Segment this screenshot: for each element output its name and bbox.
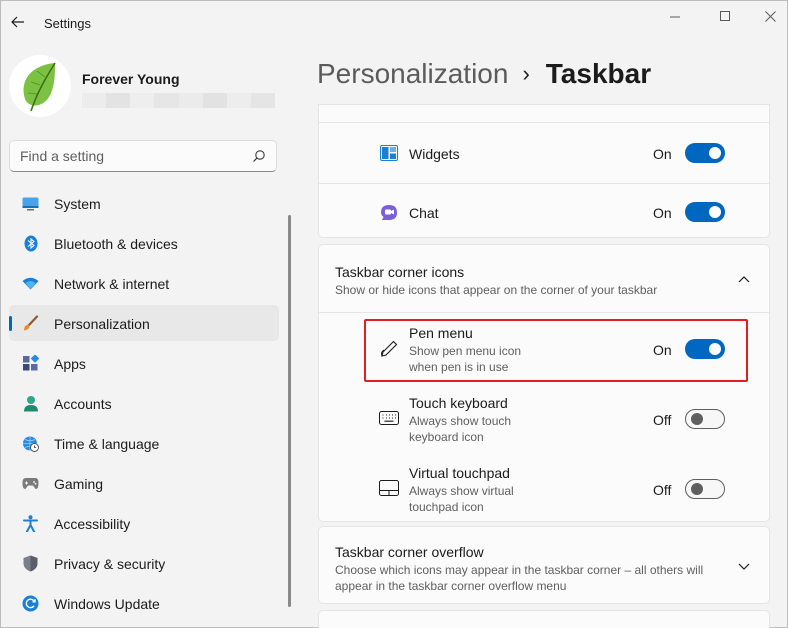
avatar[interactable] xyxy=(9,55,71,117)
pen-menu-highlight-box xyxy=(364,319,748,382)
sidebar-item-gaming[interactable]: Gaming xyxy=(9,465,279,501)
touch-keyboard-title: Touch keyboard xyxy=(409,395,508,411)
page-title: Taskbar xyxy=(545,58,652,89)
sidebar-item-personalization[interactable]: Personalization xyxy=(9,305,279,341)
sidebar-item-label: Accounts xyxy=(54,396,112,412)
search-input[interactable] xyxy=(20,147,240,165)
breadcrumb-separator: › xyxy=(522,61,530,86)
user-name: Forever Young xyxy=(82,71,180,87)
user-email-redacted xyxy=(82,93,275,108)
back-button[interactable] xyxy=(7,11,29,33)
virtual-touchpad-desc-line1: Always show virtual xyxy=(409,484,514,498)
chat-state-label: On xyxy=(653,205,672,221)
toggle-knob xyxy=(709,147,721,159)
monitor-icon xyxy=(22,195,39,212)
close-icon xyxy=(764,10,776,22)
globe-clock-icon xyxy=(22,435,39,452)
update-icon xyxy=(22,595,39,612)
sidebar-item-label: Bluetooth & devices xyxy=(54,236,178,252)
minimize-button[interactable] xyxy=(660,7,690,25)
minimize-icon xyxy=(669,16,680,17)
sidebar-item-accessibility[interactable]: Accessibility xyxy=(9,505,279,541)
gamepad-icon xyxy=(22,475,39,492)
sidebar-item-bluetooth[interactable]: Bluetooth & devices xyxy=(9,225,279,261)
virtual-touchpad-title: Virtual touchpad xyxy=(409,465,510,481)
sidebar-scrollbar[interactable] xyxy=(288,215,291,607)
corner-icons-header[interactable]: Taskbar corner icons Show or hide icons … xyxy=(319,245,769,312)
sidebar-item-label: Gaming xyxy=(54,476,104,492)
keyboard-icon xyxy=(379,408,399,428)
chevron-down-icon[interactable] xyxy=(737,560,751,574)
accessibility-icon xyxy=(22,515,39,532)
corner-overflow-title: Taskbar corner overflow xyxy=(335,544,484,560)
bluetooth-icon xyxy=(22,235,39,252)
sidebar-item-label: Time & language xyxy=(54,436,160,452)
maximize-icon xyxy=(719,10,730,21)
touch-keyboard-state-label: Off xyxy=(653,412,672,428)
corner-icons-subtitle: Show or hide icons that appear on the co… xyxy=(335,283,658,297)
shield-icon xyxy=(22,555,39,572)
virtual-touchpad-toggle[interactable] xyxy=(685,479,725,499)
corner-overflow-desc-line1: Choose which icons may appear in the tas… xyxy=(335,563,704,577)
selection-indicator xyxy=(9,316,12,331)
brush-icon xyxy=(22,315,39,332)
toggle-knob xyxy=(691,413,703,425)
sidebar-nav: System Bluetooth & devices Network & int… xyxy=(9,185,279,625)
widgets-icon xyxy=(379,143,399,163)
row-divider xyxy=(319,122,769,123)
touch-keyboard-toggle[interactable] xyxy=(685,409,725,429)
sidebar-item-accounts[interactable]: Accounts xyxy=(9,385,279,421)
sidebar-item-windows-update[interactable]: Windows Update xyxy=(9,585,279,621)
title-bar: Settings xyxy=(1,1,787,45)
chat-icon xyxy=(379,203,399,223)
toggle-knob xyxy=(691,483,703,495)
sidebar-item-time-language[interactable]: Time & language xyxy=(9,425,279,461)
sidebar-item-privacy[interactable]: Privacy & security xyxy=(9,545,279,581)
breadcrumb: Personalization › Taskbar xyxy=(317,58,651,90)
chat-toggle[interactable] xyxy=(685,202,725,222)
close-button[interactable] xyxy=(755,7,785,25)
chevron-up-icon[interactable] xyxy=(737,272,751,286)
taskbar-corner-icons-card: Taskbar corner icons Show or hide icons … xyxy=(318,244,770,522)
chat-label: Chat xyxy=(409,205,439,221)
virtual-touchpad-state-label: Off xyxy=(653,482,672,498)
breadcrumb-parent[interactable]: Personalization xyxy=(317,58,508,90)
sidebar-item-label: Windows Update xyxy=(54,596,160,612)
sidebar-item-label: Accessibility xyxy=(54,516,131,532)
row-divider xyxy=(319,312,769,313)
sidebar-item-network[interactable]: Network & internet xyxy=(9,265,279,301)
virtual-touchpad-desc-line2: touchpad icon xyxy=(409,500,484,514)
search-icon[interactable] xyxy=(252,149,266,168)
sidebar-item-label: Network & internet xyxy=(54,276,170,292)
touch-keyboard-desc-line1: Always show touch xyxy=(409,414,512,428)
toggle-knob xyxy=(709,206,721,218)
corner-overflow-desc-line2: appear in the taskbar corner overflow me… xyxy=(335,579,567,593)
leaf-avatar-icon xyxy=(23,62,56,112)
taskbar-items-card: Widgets On Chat On xyxy=(318,104,770,238)
widgets-label: Widgets xyxy=(409,146,460,162)
search-box[interactable] xyxy=(9,140,277,172)
widgets-state-label: On xyxy=(653,146,672,162)
row-divider xyxy=(319,183,769,184)
wifi-icon xyxy=(22,275,39,292)
sidebar-item-label: Apps xyxy=(54,356,86,372)
next-settings-card xyxy=(318,610,770,628)
taskbar-corner-overflow-card[interactable]: Taskbar corner overflow Choose which ico… xyxy=(318,526,770,604)
sidebar-item-apps[interactable]: Apps xyxy=(9,345,279,381)
sidebar-item-system[interactable]: System xyxy=(9,185,279,221)
corner-icons-title: Taskbar corner icons xyxy=(335,264,465,280)
touchpad-icon xyxy=(379,478,399,498)
back-arrow-icon xyxy=(11,16,24,28)
touch-keyboard-desc-line2: keyboard icon xyxy=(409,430,484,444)
app-title: Settings xyxy=(44,16,91,31)
sidebar-item-label: Personalization xyxy=(54,316,150,332)
person-icon xyxy=(22,395,39,412)
sidebar-item-label: System xyxy=(54,196,101,212)
maximize-button[interactable] xyxy=(710,7,740,25)
apps-icon xyxy=(22,355,39,372)
sidebar-item-label: Privacy & security xyxy=(54,556,166,572)
widgets-toggle[interactable] xyxy=(685,143,725,163)
